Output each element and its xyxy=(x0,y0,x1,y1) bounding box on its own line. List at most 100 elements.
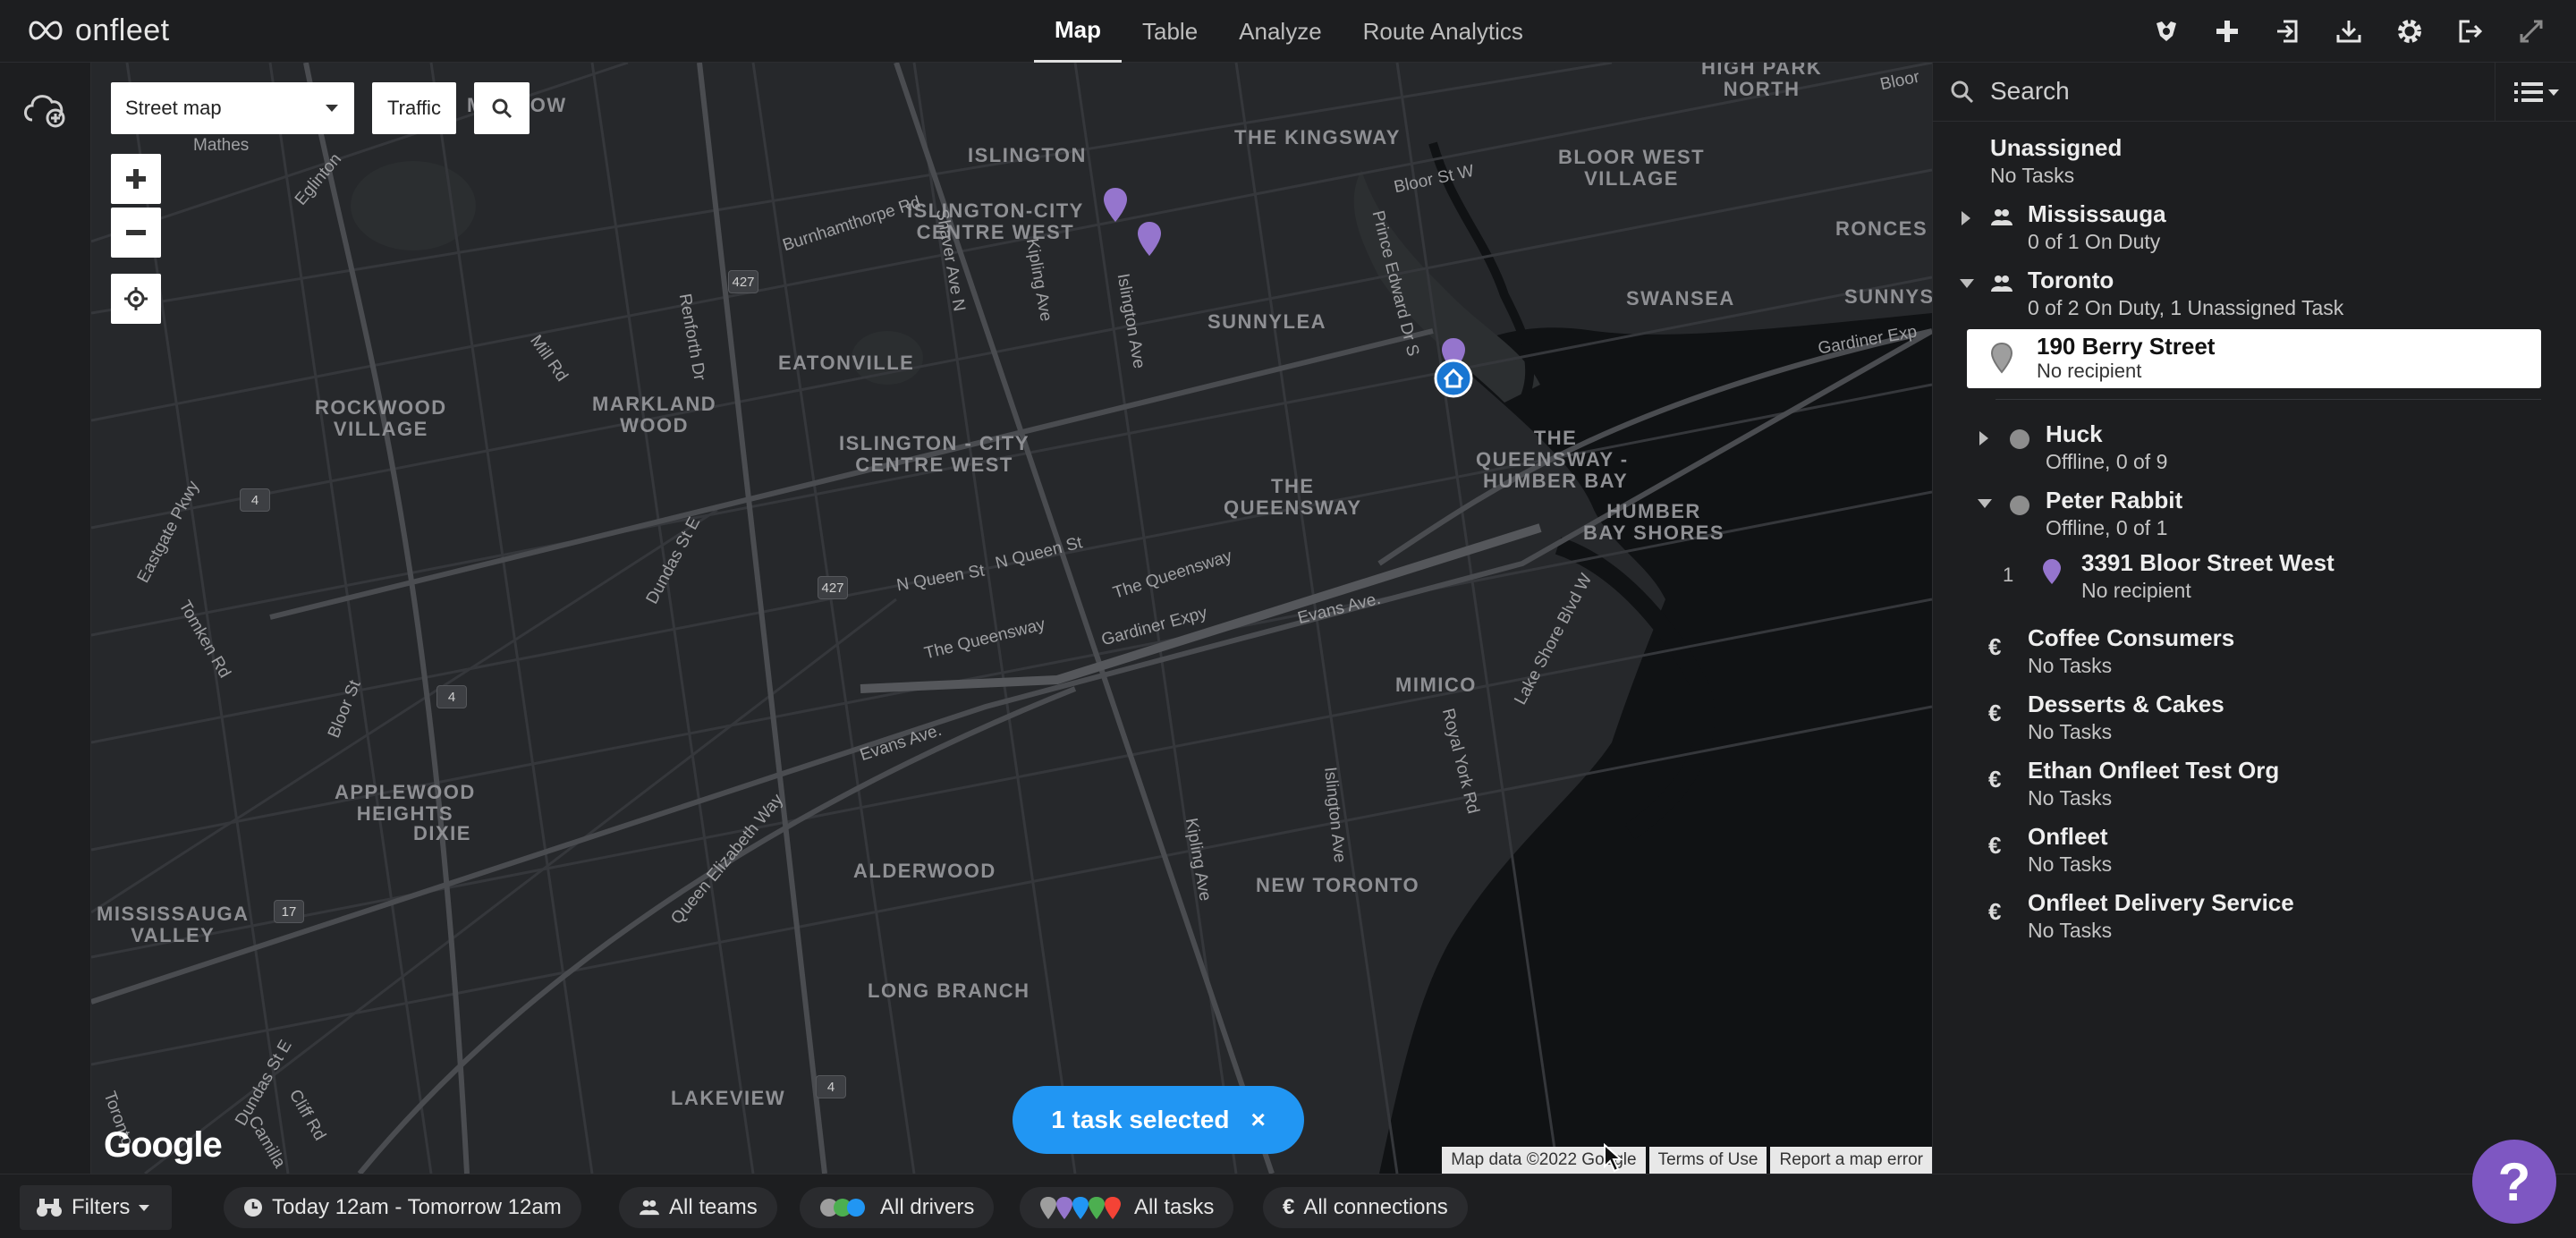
locate-button[interactable] xyxy=(111,274,161,324)
clock-icon xyxy=(244,1199,262,1217)
nav-tab-analyze[interactable]: Analyze xyxy=(1218,0,1343,63)
connection-item[interactable]: € Onfleet No Tasks xyxy=(1933,823,2576,877)
gear-icon[interactable] xyxy=(2392,13,2428,49)
map-label-humber-bay-shores: HUMBER BAY SHORES xyxy=(1583,500,1725,544)
map-search-button[interactable] xyxy=(474,82,530,134)
map-label-high-park-north: HIGH PARK NORTH xyxy=(1701,63,1823,100)
main-nav: Map Table Analyze Route Analytics xyxy=(1034,0,1544,63)
home-marker-icon[interactable] xyxy=(1433,358,1474,399)
team-mississauga[interactable]: Mississauga 0 of 1 On Duty xyxy=(1933,200,2576,254)
logo-text: onfleet xyxy=(75,13,170,47)
task-pins-icon xyxy=(1040,1197,1121,1219)
chevron-down-icon[interactable] xyxy=(1978,499,1992,508)
nav-tab-table[interactable]: Table xyxy=(1122,0,1218,63)
tasks-chip[interactable]: All tasks xyxy=(1020,1187,1234,1228)
chevron-right-icon[interactable] xyxy=(1979,431,1988,445)
connection-icon: € xyxy=(1988,832,2002,859)
connection-item[interactable]: € Onfleet Delivery Service No Tasks xyxy=(1933,889,2576,943)
team-subtitle: 0 of 1 On Duty xyxy=(2028,230,2161,253)
map-label-islington-city-centre-west-2: ISLINGTON - CITY CENTRE WEST xyxy=(839,432,1030,476)
top-actions xyxy=(2148,0,2549,63)
map-label-queensway-humber-bay: THE QUEENSWAY - HUMBER BAY xyxy=(1476,427,1629,492)
task-pin[interactable] xyxy=(1136,220,1163,258)
teams-chip[interactable]: All teams xyxy=(619,1187,777,1228)
task-recipient: No recipient xyxy=(2081,579,2191,602)
highway-shield: 17 xyxy=(274,900,304,923)
task-index: 1 xyxy=(2003,564,2014,586)
driver-status-dot xyxy=(2010,429,2029,449)
connection-item[interactable]: € Coffee Consumers No Tasks xyxy=(1933,624,2576,678)
expand-icon[interactable] xyxy=(2513,13,2549,49)
selection-pill[interactable]: 1 task selected × xyxy=(1013,1086,1304,1154)
connection-status: No Tasks xyxy=(2028,852,2113,876)
connections-chip[interactable]: € All connections xyxy=(1263,1187,1468,1228)
highway-shield: 427 xyxy=(728,270,758,293)
driver-status: Offline, 0 of 1 xyxy=(2046,516,2168,539)
close-icon[interactable]: × xyxy=(1250,1106,1265,1134)
help-button[interactable]: ? xyxy=(2472,1140,2556,1224)
map-canvas[interactable]: HIGH PARK NORTH THE KINGSWAY BLOOR WEST … xyxy=(91,63,1932,1174)
street-label: Mathes xyxy=(193,136,250,155)
onfleet-logo[interactable]: onfleet xyxy=(25,13,170,48)
list-icon xyxy=(2513,82,2543,102)
zoom-in-button[interactable] xyxy=(111,154,161,204)
logout-icon[interactable] xyxy=(2453,13,2488,49)
chevron-down-icon xyxy=(2547,89,2559,96)
chevron-down-icon xyxy=(326,105,338,112)
map-label-mimico: MIMICO xyxy=(1395,674,1477,696)
connection-item[interactable]: € Desserts & Cakes No Tasks xyxy=(1933,691,2576,744)
driver-name: Huck xyxy=(2046,420,2103,447)
google-logo: Google xyxy=(104,1125,223,1165)
nav-tab-map[interactable]: Map xyxy=(1034,0,1122,63)
team-icon xyxy=(1991,209,2012,225)
search-icon xyxy=(492,98,513,119)
tasks-label: All tasks xyxy=(1134,1195,1215,1219)
chevron-down-icon xyxy=(139,1204,150,1211)
bottom-filter-bar: Filters Today 12am - Tomorrow 12am All t… xyxy=(0,1174,2576,1238)
date-range-chip[interactable]: Today 12am - Tomorrow 12am xyxy=(224,1187,581,1228)
plus-icon[interactable] xyxy=(2209,13,2245,49)
task-pin[interactable] xyxy=(1102,186,1129,224)
map-label-dixie: DIXIE xyxy=(413,822,471,844)
terms-link[interactable]: Terms of Use xyxy=(1648,1147,1767,1174)
add-cloud-icon[interactable] xyxy=(20,86,70,129)
highway-shield: 4 xyxy=(816,1075,846,1098)
highway-shield: 4 xyxy=(240,488,270,512)
task-pin-icon xyxy=(2043,559,2061,584)
import-icon[interactable] xyxy=(2270,13,2306,49)
driver-peter-rabbit[interactable]: Peter Rabbit Offline, 0 of 1 xyxy=(1933,487,2576,540)
driver-task-item[interactable]: 1 3391 Bloor Street West No recipient xyxy=(1933,549,2576,603)
task-card-selected[interactable]: 190 Berry Street No recipient xyxy=(1967,329,2541,388)
list-view-button[interactable] xyxy=(2495,63,2576,122)
nav-tab-route-analytics[interactable]: Route Analytics xyxy=(1343,0,1544,63)
map-label-bloor-west-village: BLOOR WEST VILLAGE xyxy=(1558,146,1706,190)
pin-outline-icon xyxy=(1990,342,2013,374)
group-unassigned[interactable]: Unassigned No Tasks xyxy=(1933,134,2576,188)
map-label-markland-wood: MARKLAND WOOD xyxy=(592,393,717,437)
map-type-select[interactable]: Street map xyxy=(111,82,354,134)
connection-status: No Tasks xyxy=(2028,919,2113,942)
traffic-toggle[interactable]: Traffic xyxy=(372,82,456,134)
driver-huck[interactable]: Huck Offline, 0 of 9 xyxy=(1933,420,2576,474)
team-icon xyxy=(640,1200,659,1216)
zoom-out-button[interactable] xyxy=(111,208,161,258)
badge-icon[interactable] xyxy=(2148,13,2184,49)
teams-label: All teams xyxy=(669,1195,758,1219)
connection-item[interactable]: € Ethan Onfleet Test Org No Tasks xyxy=(1933,757,2576,810)
download-icon[interactable] xyxy=(2331,13,2367,49)
panel-search-input[interactable] xyxy=(1990,77,2491,106)
driver-status-dot xyxy=(2010,496,2029,515)
task-address: 3391 Bloor Street West xyxy=(2081,549,2334,576)
filters-button[interactable]: Filters xyxy=(20,1185,172,1230)
map-label-sunnylea: SUNNYLEA xyxy=(1208,310,1327,333)
chevron-right-icon[interactable] xyxy=(1962,211,1970,225)
connection-name: Coffee Consumers xyxy=(2028,624,2235,651)
task-address: 190 Berry Street xyxy=(2037,333,2216,360)
report-error-link[interactable]: Report a map error xyxy=(1770,1147,1932,1174)
team-toronto[interactable]: Toronto 0 of 2 On Duty, 1 Unassigned Tas… xyxy=(1933,267,2576,320)
chevron-down-icon[interactable] xyxy=(1960,279,1974,288)
drivers-chip[interactable]: All drivers xyxy=(800,1187,995,1228)
team-title: Toronto xyxy=(2028,267,2114,293)
search-icon xyxy=(1951,81,1974,104)
selection-label: 1 task selected xyxy=(1051,1106,1230,1133)
